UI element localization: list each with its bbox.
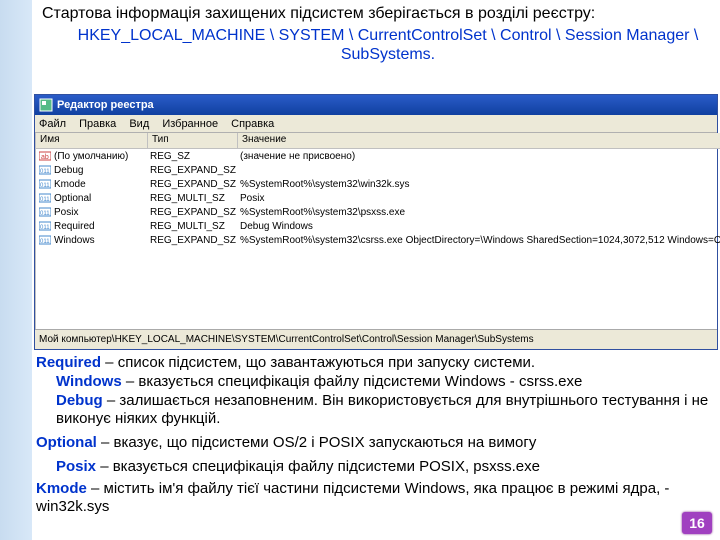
optional-text: – вказує, що підсистеми OS/2 і POSIX зап… [97,434,537,451]
menubar[interactable]: Файл Правка Вид Избранное Справка [35,115,717,133]
value-type: REG_EXPAND_SZ [148,207,238,218]
statusbar: Мой компьютер\HKEY_LOCAL_MACHINE\SYSTEM\… [35,329,717,349]
list-row[interactable]: 011 Kmode REG_EXPAND_SZ%SystemRoot%\system… [36,177,720,191]
binary-value-icon: 011 [39,220,51,232]
posix-label: Posix [56,458,96,475]
panes: ExecutiveFileRenameOpekernel+KnownDLLs+M… [35,133,717,329]
value-type: REG_EXPAND_SZ [148,179,238,190]
optional-label: Optional [36,434,97,451]
kmode-label: Kmode [36,480,87,497]
list-row[interactable]: 011 Debug REG_EXPAND_SZ [36,163,720,177]
binary-value-icon: 011 [39,206,51,218]
value-name: Optional [54,193,91,204]
page-number-badge: 16 [682,512,712,534]
value-data: Posix [238,193,720,204]
desc-posix: Posix – вказується специфікація файлу пі… [36,458,720,476]
value-type: REG_MULTI_SZ [148,193,238,204]
value-name: Posix [54,207,78,218]
regedit-window: Редактор реестра Файл Правка Вид Избранн… [34,94,718,350]
kmode-text: – містить ім'я файлу тієї частини підсис… [36,480,669,515]
col-type[interactable]: Тип [148,133,238,148]
titlebar: Редактор реестра [35,95,717,115]
desc-kmode: Kmode – містить ім'я файлу тієї частини … [36,480,720,516]
value-type: REG_EXPAND_SZ [148,165,238,176]
slide: 1. ОС WINDOWS Стартова інформація захище… [0,0,720,540]
string-value-icon: ab [39,150,51,162]
sidebar-title: 1. ОС WINDOWS [0,374,5,530]
content-area: Стартова інформація захищених підсистем … [38,0,718,68]
sidebar: 1. ОС WINDOWS [0,0,32,540]
value-name: Windows [54,235,95,246]
list-body[interactable]: ab (По умолчанию) REG_SZ(значение не присв… [36,149,720,329]
col-name[interactable]: Имя [36,133,148,148]
list-row[interactable]: 011 Optional REG_MULTI_SZPosix [36,191,720,205]
list-row[interactable]: 011 Posix REG_EXPAND_SZ%SystemRoot%\system… [36,205,720,219]
value-name: Required [54,221,95,232]
svg-text:011: 011 [40,197,50,203]
intro-text: Стартова інформація захищених підсистем … [38,0,718,24]
desc-windows: Windows – вказується специфікація файлу … [36,373,720,391]
menu-fav[interactable]: Избранное [162,118,218,130]
registry-path: HKEY_LOCAL_MACHINE \ SYSTEM \ CurrentCon… [38,24,718,68]
binary-value-icon: 011 [39,234,51,246]
debug-text: – залишається незаповненим. Він використ… [56,392,708,427]
col-value[interactable]: Значение [238,133,720,148]
value-type: REG_MULTI_SZ [148,221,238,232]
value-name: Debug [54,165,83,176]
value-data: %SystemRoot%\system32\psxss.exe [238,207,720,218]
svg-text:011: 011 [40,169,50,175]
list-row[interactable]: 011 Windows REG_EXPAND_SZ%SystemRoot%\syst… [36,233,720,247]
menu-edit[interactable]: Правка [79,118,116,130]
menu-file[interactable]: Файл [39,118,66,130]
menu-help[interactable]: Справка [231,118,274,130]
binary-value-icon: 011 [39,164,51,176]
binary-value-icon: 011 [39,192,51,204]
list-header: Имя Тип Значение [36,133,720,149]
value-type: REG_SZ [148,151,238,162]
windows-text: – вказується специфікація файлу підсисте… [122,373,583,390]
list-pane: Имя Тип Значение ab (По умолчанию) REG_SZ(… [36,133,720,329]
required-text: – список підсистем, що завантажуються пр… [101,354,535,371]
desc-debug: Debug – залишається незаповненим. Він ви… [36,392,720,428]
svg-text:011: 011 [40,225,50,231]
debug-label: Debug [56,392,103,409]
svg-text:011: 011 [40,183,50,189]
value-data: (значение не присвоено) [238,151,720,162]
value-type: REG_EXPAND_SZ [148,235,238,246]
binary-value-icon: 011 [39,178,51,190]
value-data: %SystemRoot%\system32\csrss.exe ObjectDi… [238,235,720,246]
value-data: %SystemRoot%\system32\win32k.sys [238,179,720,190]
list-row[interactable]: ab (По умолчанию) REG_SZ(значение не присв… [36,149,720,163]
svg-text:ab: ab [41,154,49,161]
list-row[interactable]: 011 Required REG_MULTI_SZDebug Windows [36,219,720,233]
app-icon [39,98,53,112]
value-name: (По умолчанию) [54,151,128,162]
desc-optional: Optional – вказує, що підсистеми OS/2 і … [36,434,720,452]
desc-required: Required – список підсистем, що завантаж… [36,354,720,372]
svg-text:011: 011 [40,239,50,245]
required-label: Required [36,354,101,371]
value-data: Debug Windows [238,221,720,232]
windows-label: Windows [56,373,122,390]
window-title: Редактор реестра [57,95,154,115]
value-name: Kmode [54,179,86,190]
menu-view[interactable]: Вид [129,118,149,130]
posix-text: – вказується специфікація файлу підсисте… [96,458,540,475]
svg-text:011: 011 [40,211,50,217]
